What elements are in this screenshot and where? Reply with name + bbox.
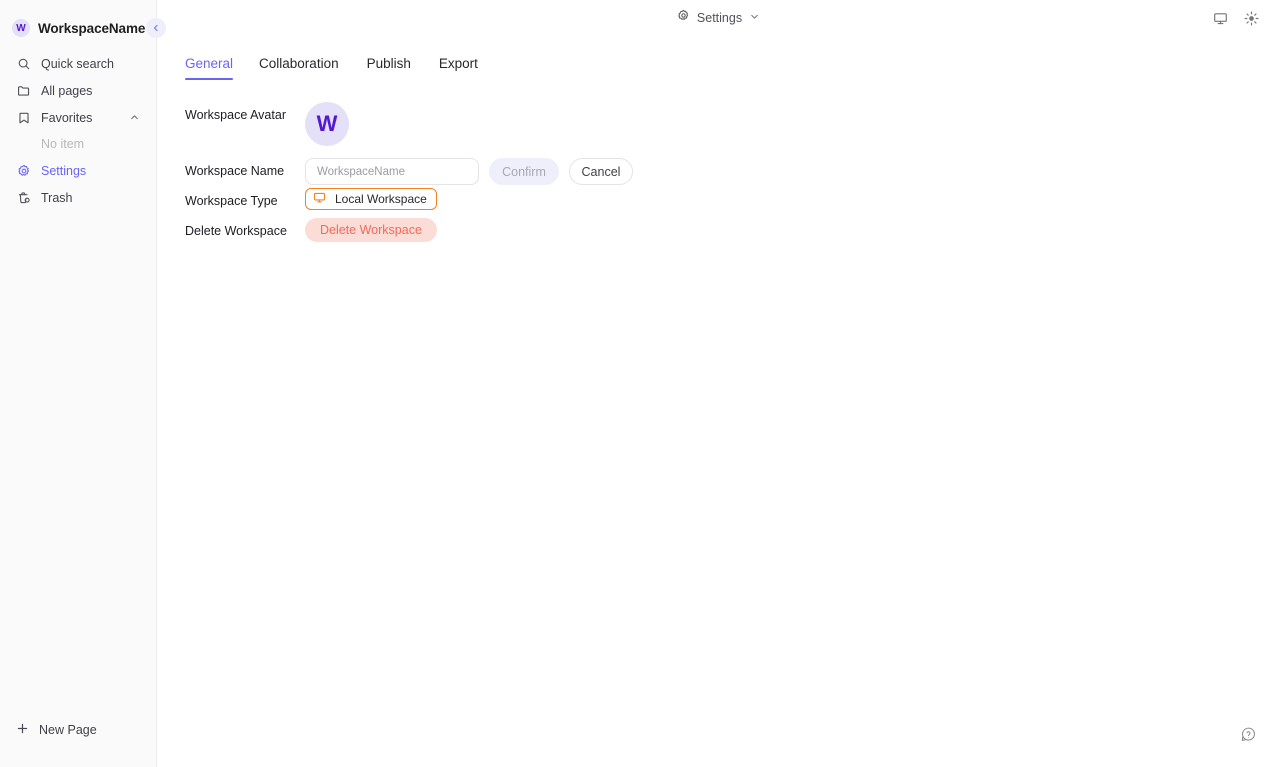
general-settings-form: Workspace Avatar W Workspace Name Confir… <box>157 80 1280 248</box>
gear-icon <box>16 163 31 178</box>
workspace-name-input[interactable] <box>305 158 479 185</box>
cancel-button[interactable]: Cancel <box>569 158 633 185</box>
workspace-type-label: Workspace Type <box>185 194 278 208</box>
row-delete-workspace: Delete Workspace Delete Workspace <box>185 218 1280 248</box>
sidebar-item-favorites[interactable]: Favorites <box>8 104 148 131</box>
confirm-button[interactable]: Confirm <box>489 158 559 185</box>
sidebar: W WorkspaceName Quick search All pages F… <box>0 0 166 767</box>
row-workspace-name: Workspace Name Confirm Cancel <box>185 158 1280 188</box>
plus-icon <box>16 722 29 738</box>
chevron-up-icon[interactable] <box>129 112 140 123</box>
display-icon <box>313 191 326 207</box>
sidebar-item-all-pages[interactable]: All pages <box>8 77 148 104</box>
trash-icon <box>16 190 31 205</box>
workspace-avatar-field: W <box>305 102 349 146</box>
sidebar-item-label: Trash <box>41 190 73 205</box>
breadcrumb-settings[interactable]: Settings <box>671 6 766 30</box>
topbar-actions <box>1211 0 1260 36</box>
workspace-avatar-small: W <box>12 19 30 37</box>
help-icon <box>1240 726 1257 748</box>
tab-export[interactable]: Export <box>425 56 492 80</box>
workspace-type-field: Local Workspace <box>305 188 437 210</box>
sidebar-item-settings[interactable]: Settings <box>8 157 148 184</box>
breadcrumb-label: Settings <box>696 11 743 25</box>
sidebar-collapse-button[interactable] <box>146 18 166 38</box>
search-icon <box>16 56 31 71</box>
workspace-name-label: Workspace Name <box>185 164 285 178</box>
sidebar-item-label: All pages <box>41 83 93 98</box>
settings-tabs: General Collaboration Publish Export <box>157 50 1280 80</box>
row-workspace-type: Workspace Type Local Workspace <box>185 188 1280 218</box>
brightness-icon[interactable] <box>1242 9 1260 27</box>
delete-workspace-field: Delete Workspace <box>305 218 437 242</box>
bookmark-icon <box>16 110 31 125</box>
tab-general[interactable]: General <box>185 56 245 80</box>
sidebar-item-trash[interactable]: Trash <box>8 184 148 211</box>
workspace-avatar-label: Workspace Avatar <box>185 108 286 122</box>
chevron-left-icon <box>151 23 161 33</box>
sidebar-item-label: Quick search <box>41 56 114 71</box>
sidebar-item-quick-search[interactable]: Quick search <box>8 50 148 77</box>
row-workspace-avatar: Workspace Avatar W <box>185 102 1280 146</box>
workspace-type-badge-label: Local Workspace <box>335 192 427 206</box>
sidebar-nav: Quick search All pages Favorites No item <box>0 50 156 211</box>
chevron-down-icon[interactable] <box>749 9 760 27</box>
favorites-empty-label: No item <box>41 137 85 151</box>
new-page-label: New Page <box>39 722 97 737</box>
main-content: Settings General Collaboration Publish E… <box>157 0 1280 767</box>
workspace-name-field: Confirm Cancel <box>305 158 633 185</box>
breadcrumb: Settings <box>157 0 1280 36</box>
workspace-name-label: WorkspaceName <box>38 20 146 36</box>
delete-workspace-label: Delete Workspace <box>185 224 287 238</box>
gear-icon <box>677 9 690 27</box>
topbar: Settings <box>157 0 1280 36</box>
delete-workspace-button[interactable]: Delete Workspace <box>305 218 437 242</box>
sidebar-item-label: Favorites <box>41 110 93 125</box>
workspace-type-badge[interactable]: Local Workspace <box>305 188 437 210</box>
tab-collaboration[interactable]: Collaboration <box>245 56 353 80</box>
tab-publish[interactable]: Publish <box>353 56 425 80</box>
workspace-avatar[interactable]: W <box>305 102 349 146</box>
workspace-selector[interactable]: W WorkspaceName <box>10 12 148 44</box>
display-icon[interactable] <box>1211 9 1229 27</box>
app-window: W WorkspaceName Quick search All pages F… <box>0 0 1280 767</box>
new-page-button[interactable]: New Page <box>0 716 157 743</box>
folder-icon <box>16 83 31 98</box>
sidebar-item-label: Settings <box>41 163 87 178</box>
help-button[interactable] <box>1238 727 1258 747</box>
